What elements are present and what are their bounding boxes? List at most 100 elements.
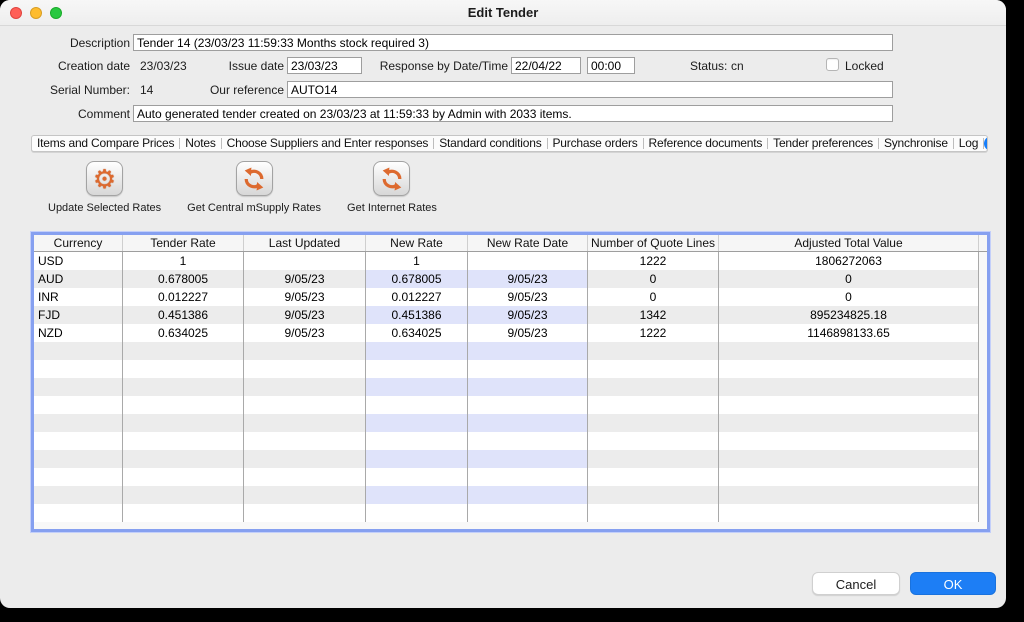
column-header-currency[interactable]: Currency	[34, 235, 123, 251]
toolbar-icon-button-face	[236, 161, 273, 196]
cell-currency	[34, 432, 123, 450]
cell-quote-lines	[588, 378, 719, 396]
tab-synchronise[interactable]: Synchronise	[879, 136, 953, 151]
issue-date-input[interactable]	[287, 57, 362, 74]
column-header-new-rate-date[interactable]: New Rate Date	[468, 235, 588, 251]
table-row[interactable]: FJD0.4513869/05/230.4513869/05/231342895…	[34, 306, 987, 324]
cell-last-updated: 9/05/23	[244, 270, 366, 288]
table-row[interactable]	[34, 360, 987, 378]
table-row[interactable]: NZD0.6340259/05/230.6340259/05/231222114…	[34, 324, 987, 342]
cell-quote-lines	[588, 342, 719, 360]
cancel-button[interactable]: Cancel	[812, 572, 900, 595]
toolbar-button-label: Update Selected Rates	[48, 202, 161, 214]
response-by-date-input[interactable]	[511, 57, 581, 74]
header-scrollbar-gutter	[979, 235, 987, 251]
cell-adjusted-total	[719, 450, 979, 468]
cell-tender-rate: 0.678005	[123, 270, 244, 288]
tender-form: Description Creation date 23/03/23 Issue…	[0, 26, 1006, 134]
ok-button[interactable]: OK	[910, 572, 996, 595]
column-header-number-of-quote-lines[interactable]: Number of Quote Lines	[588, 235, 719, 251]
cell-quote-lines	[588, 450, 719, 468]
cell-currency	[34, 486, 123, 504]
tab-notes[interactable]: Notes	[180, 136, 220, 151]
table-row[interactable]	[34, 486, 987, 504]
table-row[interactable]	[34, 378, 987, 396]
cell-new-rate	[366, 414, 468, 432]
tab-log[interactable]: Log	[954, 136, 983, 151]
cell-new-rate-date: 9/05/23	[468, 324, 588, 342]
cell-adjusted-total	[719, 396, 979, 414]
scrollbar-gutter	[979, 450, 987, 468]
cell-currency	[34, 414, 123, 432]
serial-number-label: Serial Number:	[30, 82, 130, 99]
cell-adjusted-total	[719, 342, 979, 360]
cell-new-rate	[366, 432, 468, 450]
cell-adjusted-total	[719, 414, 979, 432]
column-header-adjusted-total-value[interactable]: Adjusted Total Value	[719, 235, 979, 251]
table-row[interactable]	[34, 342, 987, 360]
sync-arrows-icon	[241, 166, 267, 192]
edit-tender-window: Edit Tender Description Creation date 23…	[0, 0, 1006, 608]
cell-new-rate-date	[468, 486, 588, 504]
cell-tender-rate	[123, 468, 244, 486]
tab-tender-preferences[interactable]: Tender preferences	[768, 136, 878, 151]
table-row[interactable]: AUD0.6780059/05/230.6780059/05/2300	[34, 270, 987, 288]
cell-last-updated	[244, 450, 366, 468]
cell-last-updated	[244, 468, 366, 486]
tab-currencies[interactable]: Currencies	[984, 136, 988, 151]
table-row[interactable]	[34, 468, 987, 486]
scrollbar-gutter	[979, 504, 987, 522]
tab-choose-suppliers-and-enter-responses[interactable]: Choose Suppliers and Enter responses	[222, 136, 434, 151]
table-row[interactable]: USD1112221806272063	[34, 252, 987, 270]
table-row[interactable]	[34, 504, 987, 522]
cell-currency	[34, 468, 123, 486]
table-row[interactable]	[34, 414, 987, 432]
response-by-time-input[interactable]	[587, 57, 635, 74]
tab-items-and-compare-prices[interactable]: Items and Compare Prices	[32, 136, 179, 151]
cell-tender-rate	[123, 378, 244, 396]
creation-date-label: Creation date	[30, 58, 130, 75]
cell-new-rate-date	[468, 450, 588, 468]
get-internet-rates-button[interactable]: Get Internet Rates	[347, 161, 437, 214]
cell-tender-rate: 0.634025	[123, 324, 244, 342]
table-row[interactable]: INR0.0122279/05/230.0122279/05/2300	[34, 288, 987, 306]
cell-adjusted-total: 0	[719, 270, 979, 288]
title-bar: Edit Tender	[0, 0, 1006, 26]
scrollbar-gutter	[979, 342, 987, 360]
get-central-msupply-rates-button[interactable]: Get Central mSupply Rates	[187, 161, 321, 214]
update-selected-rates-button[interactable]: ⚙Update Selected Rates	[48, 161, 161, 214]
table-row[interactable]	[34, 450, 987, 468]
cell-new-rate-date	[468, 468, 588, 486]
cell-last-updated: 9/05/23	[244, 288, 366, 306]
table-header-row: CurrencyTender RateLast UpdatedNew RateN…	[34, 235, 987, 252]
column-header-last-updated[interactable]: Last Updated	[244, 235, 366, 251]
scrollbar-gutter	[979, 396, 987, 414]
table-row[interactable]	[34, 396, 987, 414]
cell-new-rate: 0.678005	[366, 270, 468, 288]
tab-standard-conditions[interactable]: Standard conditions	[434, 136, 546, 151]
column-header-new-rate[interactable]: New Rate	[366, 235, 468, 251]
cell-last-updated	[244, 432, 366, 450]
cell-last-updated: 9/05/23	[244, 306, 366, 324]
cell-quote-lines	[588, 504, 719, 522]
cell-new-rate: 0.634025	[366, 324, 468, 342]
cell-adjusted-total: 895234825.18	[719, 306, 979, 324]
cell-new-rate: 0.451386	[366, 306, 468, 324]
tab-purchase-orders[interactable]: Purchase orders	[548, 136, 643, 151]
status-label: Status:	[690, 58, 727, 75]
cell-currency	[34, 396, 123, 414]
cell-tender-rate: 0.451386	[123, 306, 244, 324]
cell-quote-lines: 0	[588, 270, 719, 288]
tab-reference-documents[interactable]: Reference documents	[644, 136, 768, 151]
cell-adjusted-total	[719, 486, 979, 504]
column-header-tender-rate[interactable]: Tender Rate	[123, 235, 244, 251]
toolbar-button-label: Get Internet Rates	[347, 202, 437, 214]
comment-input[interactable]	[133, 105, 893, 122]
issue-date-label: Issue date	[194, 58, 284, 75]
description-input[interactable]	[133, 34, 893, 51]
cell-adjusted-total	[719, 504, 979, 522]
table-row[interactable]	[34, 432, 987, 450]
our-reference-input[interactable]	[287, 81, 893, 98]
locked-checkbox[interactable]	[826, 58, 839, 71]
cell-new-rate-date	[468, 252, 588, 270]
